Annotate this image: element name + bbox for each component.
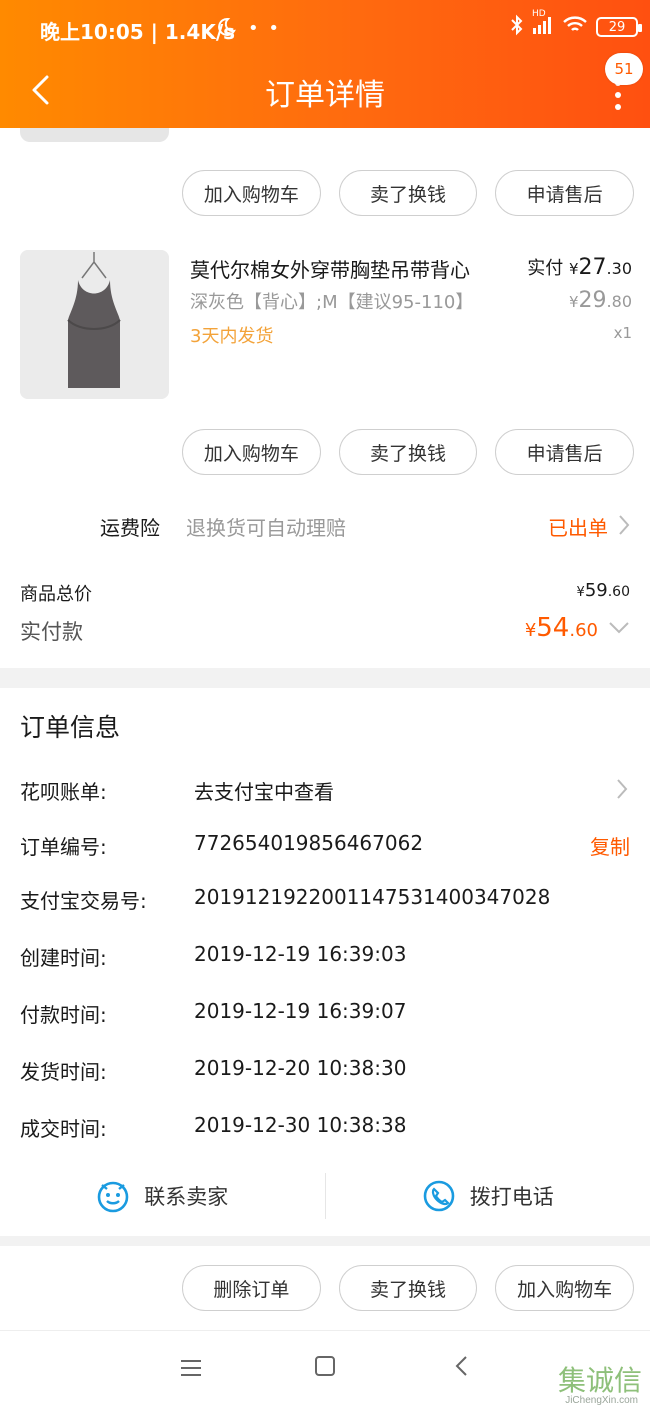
section-divider [0, 1236, 650, 1246]
orig-currency: ¥ [569, 293, 579, 311]
orig-dec: .80 [606, 292, 632, 311]
info-value: 2019121922001147531400347028 [194, 885, 551, 909]
order-info-title: 订单信息 [20, 713, 121, 742]
status-bar: 晚上10:05 | 1.4K/s • • HD 29 [0, 0, 650, 58]
paid-total-int: 54 [536, 613, 570, 643]
item-actions-1: 加入购物车 卖了换钱 申请售后 [182, 170, 635, 216]
info-value: 772654019856467062 [194, 831, 424, 855]
paid-currency: ¥ [569, 260, 579, 278]
info-key: 订单编号: [20, 835, 107, 859]
shipping-note: 3天内发货 [190, 326, 274, 347]
bluetooth-icon [510, 14, 524, 40]
contact-bar: 联系卖家 拨打电话 [0, 1168, 650, 1224]
tank-top-image [20, 250, 169, 399]
paid-int: 27 [578, 255, 607, 280]
resell-button[interactable]: 卖了换钱 [338, 170, 478, 216]
info-key: 创建时间: [20, 946, 107, 970]
system-navigation-bar: 集诚信 JiChengXin.com [0, 1330, 650, 1408]
more-dot-icon [615, 92, 621, 98]
home-icon[interactable] [314, 1355, 336, 1383]
info-key: 付款时间: [20, 1003, 107, 1027]
delete-order-button[interactable]: 删除订单 [182, 1265, 321, 1311]
quantity: x1 [613, 324, 632, 342]
item-actions-2: 加入购物车 卖了换钱 申请售后 [182, 429, 635, 475]
goods-int: 59 [584, 580, 608, 601]
product-thumbnail[interactable] [20, 250, 169, 399]
insurance-desc: 退换货可自动理赔 [186, 516, 346, 540]
watermark-url: JiChengXin.com [565, 1395, 638, 1406]
shipped-time-row: 发货时间: 2019-12-20 10:38:30 [0, 1050, 650, 1090]
completed-time-row: 成交时间: 2019-12-30 10:38:38 [0, 1107, 650, 1147]
paid-total-dec: .60 [569, 620, 598, 641]
more-dot-icon [615, 104, 621, 110]
order-actions: 删除订单 卖了换钱 加入购物车 [182, 1265, 635, 1311]
moon-icon [214, 16, 236, 42]
paid-time-row: 付款时间: 2019-12-19 16:39:07 [0, 993, 650, 1033]
paid-price: 实付 ¥27.30 [527, 254, 632, 280]
back-nav-icon[interactable] [454, 1355, 468, 1383]
goods-total-label: 商品总价 [20, 584, 92, 605]
huabei-bill-row[interactable]: 花呗账单: 去支付宝中查看 [0, 770, 650, 810]
info-key: 发货时间: [20, 1060, 107, 1084]
product-name: 莫代尔棉女外穿带胸垫吊带背心 [190, 258, 470, 282]
signal-icon: HD [532, 9, 554, 39]
goods-dec: .60 [607, 584, 630, 600]
signal-label: HD [532, 9, 546, 19]
add-to-cart-button[interactable]: 加入购物车 [495, 1265, 635, 1311]
call-phone-label: 拨打电话 [469, 1185, 554, 1209]
info-value: 2019-12-19 16:39:07 [194, 999, 407, 1023]
section-divider [0, 668, 650, 688]
created-time-row: 创建时间: 2019-12-19 16:39:03 [0, 936, 650, 976]
chevron-down-icon[interactable] [608, 620, 630, 639]
chat-face-icon [97, 1181, 129, 1213]
contact-seller-label: 联系卖家 [144, 1185, 229, 1209]
paid-total-value: ¥54.60 [525, 613, 598, 643]
menu-icon[interactable] [180, 1355, 202, 1383]
resell-button[interactable]: 卖了换钱 [338, 429, 478, 475]
shipping-insurance-row[interactable]: 运费险 退换货可自动理赔 已出单 [0, 504, 650, 548]
resell-button[interactable]: 卖了换钱 [338, 1265, 478, 1311]
add-to-cart-button[interactable]: 加入购物车 [182, 170, 321, 216]
alipay-trade-row: 支付宝交易号: 2019121922001147531400347028 [0, 879, 650, 919]
orig-int: 29 [578, 288, 607, 313]
previous-product-thumbnail[interactable] [20, 128, 169, 142]
status-time: 晚上10:05 | 1.4K/s [40, 20, 236, 44]
wifi-icon [562, 15, 588, 39]
after-sale-button[interactable]: 申请售后 [495, 170, 635, 216]
product-item[interactable]: 莫代尔棉女外穿带胸垫吊带背心 深灰色【背心】;M【建议95-110】 3天内发货… [0, 250, 650, 400]
original-price: ¥29.80 [569, 288, 632, 313]
info-key: 花呗账单: [20, 780, 107, 804]
goods-currency: ¥ [576, 585, 585, 600]
paid-dec: .30 [606, 259, 632, 278]
copy-button[interactable]: 复制 [590, 831, 630, 860]
contact-seller-button[interactable]: 联系卖家 [0, 1168, 325, 1224]
page-title: 订单详情 [265, 78, 385, 113]
after-sale-button[interactable]: 申请售后 [495, 429, 635, 475]
paid-label: 实付 [527, 258, 564, 279]
nav-bar: 订单详情 [0, 60, 650, 120]
battery-icon: 29 [596, 17, 642, 37]
info-value: 去支付宝中查看 [194, 780, 334, 804]
info-key: 成交时间: [20, 1117, 107, 1141]
paid-total-label: 实付款 [20, 620, 83, 644]
chevron-right-icon [618, 514, 630, 540]
info-value: 2019-12-19 16:39:03 [194, 942, 407, 966]
add-to-cart-button[interactable]: 加入购物车 [182, 429, 321, 475]
phone-icon [423, 1180, 455, 1212]
info-value: 2019-12-30 10:38:38 [194, 1113, 407, 1137]
order-number-row: 订单编号: 772654019856467062 复制 [0, 825, 650, 865]
status-extra-icon: • • [248, 18, 281, 39]
goods-total-value: ¥59.60 [577, 580, 630, 601]
paid-total-currency: ¥ [524, 620, 537, 641]
app-header: 晚上10:05 | 1.4K/s • • HD 29 订单详情 51 [0, 0, 650, 128]
info-value: 2019-12-20 10:38:30 [194, 1056, 407, 1080]
watermark-logo: 集诚信 [557, 1364, 642, 1397]
insurance-label: 运费险 [100, 516, 160, 540]
insurance-status: 已出单 [548, 516, 608, 540]
product-spec: 深灰色【背心】;M【建议95-110】 [190, 292, 474, 313]
message-count-badge[interactable]: 51 [605, 53, 643, 85]
info-key: 支付宝交易号: [20, 889, 147, 913]
chevron-right-icon [616, 778, 628, 804]
call-phone-button[interactable]: 拨打电话 [326, 1168, 650, 1224]
